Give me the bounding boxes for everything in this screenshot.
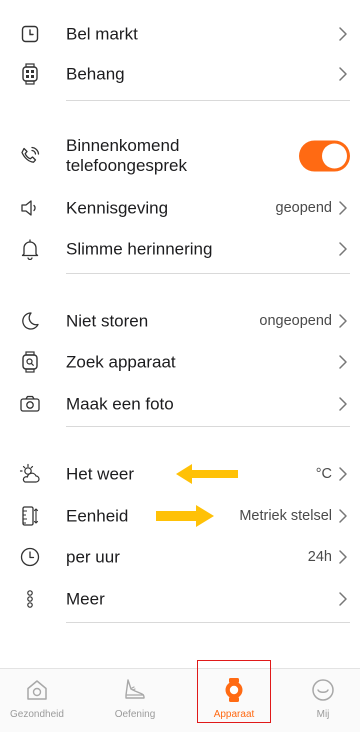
row-value: geopend [275,200,332,216]
row-label: Zoek apparaat [66,352,176,372]
highlight-box [197,660,271,723]
divider [66,273,350,274]
home-icon [27,680,47,700]
profile-icon [312,679,334,701]
row-value: 24h [307,549,332,565]
chevron-right-icon [339,550,347,564]
watch-face-icon [18,22,42,46]
row-slimme-herinnering[interactable]: Slimme herinnering [0,229,360,269]
row-value: °C [315,466,332,482]
unit-ruler-icon [18,504,42,528]
camera-icon [18,392,42,416]
bell-icon [18,237,42,261]
row-niet-storen[interactable]: Niet storen ongeopend [0,301,360,341]
speaker-icon [18,196,42,220]
row-label: Kennisgeving [66,198,169,218]
row-label: Slimme herinnering [66,239,213,259]
divider [66,100,350,101]
annotation-arrow-right-icon [156,505,214,527]
weather-icon [18,462,42,486]
chevron-right-icon [339,355,347,369]
tab-label: Mij [316,709,330,720]
more-dots-icon [18,587,42,611]
row-label-line-1: Binnenkomend [66,136,180,155]
row-label: Het weer [66,464,135,484]
chevron-right-icon [339,397,347,411]
bottom-tab-bar: Gezondheid Oefening Apparaat Mij [0,668,360,732]
row-maak-foto[interactable]: Maak een foto [0,384,360,424]
row-meer[interactable]: Meer [0,579,360,619]
chevron-right-icon [339,314,347,328]
row-zoek-apparaat[interactable]: Zoek apparaat [0,342,360,382]
chevron-right-icon [339,592,347,606]
sneaker-icon [125,679,145,699]
row-per-uur[interactable]: per uur 24h [0,537,360,577]
row-label-line-2: telefoongesprek [66,156,187,175]
phone-ringing-icon [18,144,42,168]
tab-label: Gezondheid [10,709,64,720]
row-label: Bel markt [66,24,138,44]
row-bel-markt[interactable]: Bel markt [0,14,360,54]
row-value: ongeopend [259,313,332,329]
chevron-right-icon [339,467,347,481]
incoming-call-toggle[interactable] [299,140,350,172]
divider [66,622,350,623]
clock-icon [18,545,42,569]
chevron-right-icon [339,67,347,81]
toggle-knob [322,143,347,169]
find-device-icon [18,350,42,374]
row-label: Behang [66,64,125,84]
row-label-multiline: Binnenkomend telefoongesprek [66,136,187,176]
row-label: Meer [66,589,105,609]
chevron-right-icon [339,509,347,523]
wallpaper-watch-icon [18,62,42,86]
annotation-arrow-left-icon [176,464,238,484]
tab-mij[interactable]: Mij [286,669,360,732]
row-incoming-call[interactable]: Binnenkomend telefoongesprek [0,133,360,179]
row-kennisgeving[interactable]: Kennisgeving geopend [0,188,360,228]
chevron-right-icon [339,201,347,215]
row-behang[interactable]: Behang [0,54,360,94]
tab-label: Oefening [114,709,156,720]
row-label: per uur [66,547,120,567]
divider [66,426,350,427]
row-label: Niet storen [66,311,149,331]
chevron-right-icon [339,27,347,41]
tab-gezondheid[interactable]: Gezondheid [0,669,74,732]
moon-icon [18,309,42,333]
row-value: Metriek stelsel [239,508,332,524]
row-label: Maak een foto [66,394,174,414]
row-label: Eenheid [66,506,129,526]
chevron-right-icon [339,242,347,256]
tab-oefening[interactable]: Oefening [98,669,172,732]
